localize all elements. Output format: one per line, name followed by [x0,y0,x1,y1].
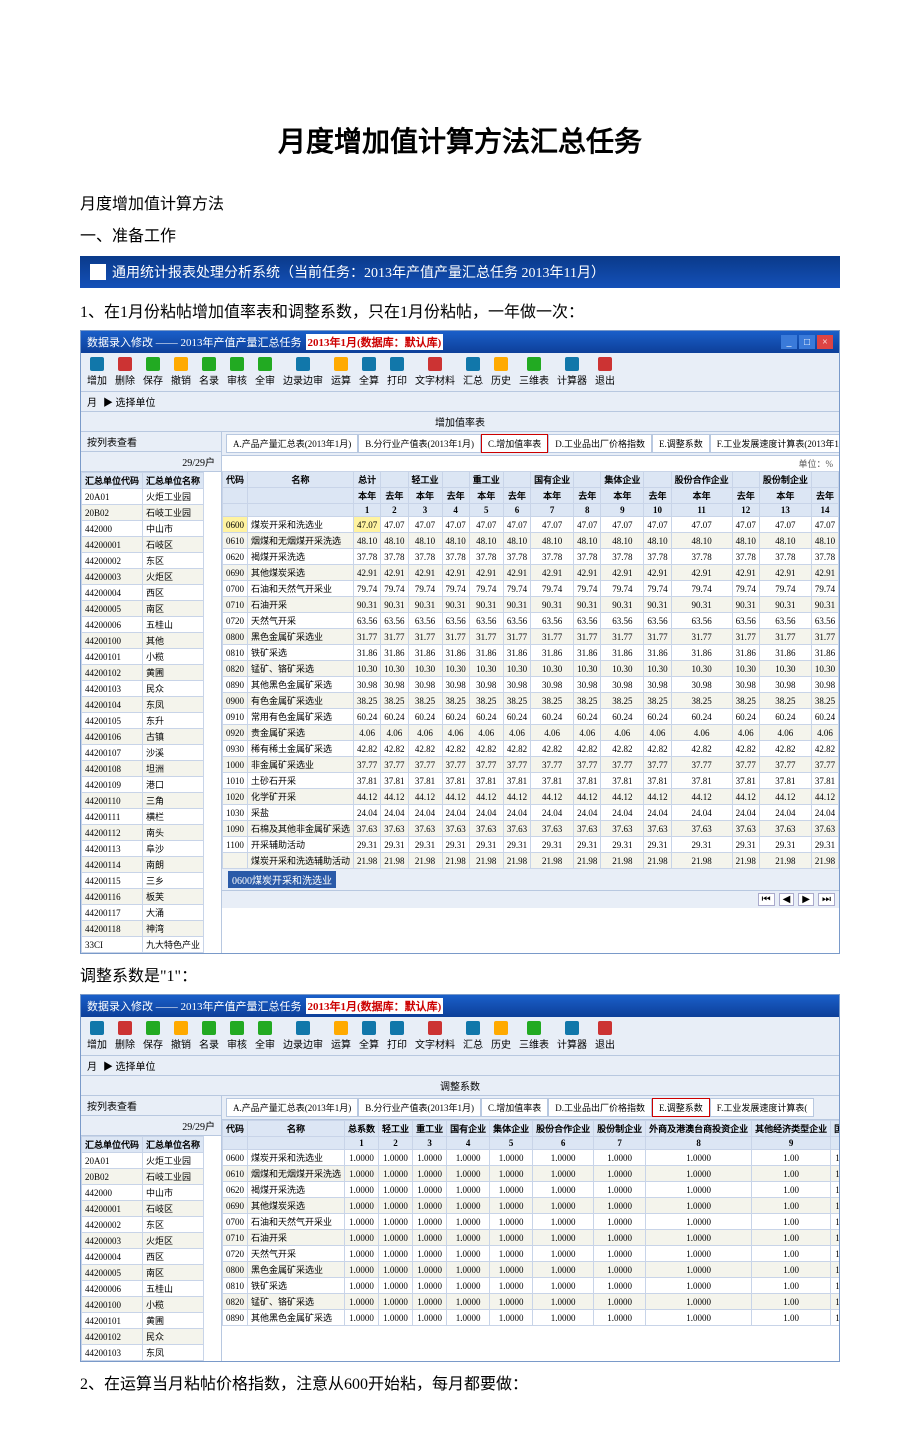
month-icon-2[interactable]: 月 [87,1058,97,1073]
close-button[interactable]: × [817,335,833,349]
toolbar-运算[interactable]: 运算 [331,357,351,387]
app-icon [90,264,106,280]
toolbar-保存[interactable]: 保存 [143,1021,163,1051]
toolbar-退出[interactable]: 退出 [595,357,615,387]
tab-4[interactable]: E.调整系数 [652,1098,710,1117]
select-unit-button-2[interactable]: ▶ 选择单位 [103,1058,156,1073]
toolbar-边录边审[interactable]: 边录边审 [283,357,323,387]
tab-5[interactable]: F.工业发展速度计算表( [710,1098,815,1117]
sheet-tabs-2[interactable]: A.产品产量汇总表(2013年1月)B.分行业产值表(2013年1月)C.增加值… [222,1096,839,1120]
unit-label: 单位：% [222,456,839,471]
toolbar-退出[interactable]: 退出 [595,1021,615,1051]
toolbar-审核[interactable]: 审核 [227,1021,247,1051]
toolbar-运算[interactable]: 运算 [331,1021,351,1051]
toolbar-文字材料[interactable]: 文字材料 [415,357,455,387]
subbar-2: 月 ▶ 选择单位 [81,1056,839,1076]
minimize-button[interactable]: _ [781,335,797,349]
tab-0[interactable]: A.产品产量汇总表(2013年1月) [226,434,358,453]
toolbar-全算[interactable]: 全算 [359,1021,379,1051]
tab-3[interactable]: D.工业品出厂价格指数 [548,1098,652,1117]
banner-text: 通用统计报表处理分析系统（当前任务：2013年产值产量汇总任务 2013年11月… [112,262,605,282]
toolbar-保存[interactable]: 保存 [143,357,163,387]
toolbar-撤销[interactable]: 撤销 [171,1021,191,1051]
screenshot-1: 数据录入修改 —— 2013年产值产量汇总任务 2013年1月(数据库：默认库)… [80,330,840,954]
sheet-tabs[interactable]: A.产品产量汇总表(2013年1月)B.分行业产值表(2013年1月)C.增加值… [222,432,839,456]
nav-last[interactable]: ⏭ [818,893,835,906]
record-count: 29/29户 [182,454,215,469]
toolbar-增加[interactable]: 增加 [87,1021,107,1051]
window-title-2: 数据录入修改 —— 2013年产值产量汇总任务 [87,998,302,1014]
toolbar-计算器[interactable]: 计算器 [557,1021,587,1051]
window-title: 数据录入修改 —— 2013年产值产量汇总任务 [87,334,302,350]
toolbar-全审[interactable]: 全审 [255,357,275,387]
toolbar-打印[interactable]: 打印 [387,1021,407,1051]
toolbar-汇总[interactable]: 汇总 [463,1021,483,1051]
toolbar-汇总[interactable]: 汇总 [463,357,483,387]
toolbar-名录[interactable]: 名录 [199,357,219,387]
tab-2[interactable]: C.增加值率表 [481,434,548,453]
toolbar-三维表[interactable]: 三维表 [519,1021,549,1051]
window-title-ds-2: 2013年1月(数据库：默认库) [306,998,444,1014]
system-banner: 通用统计报表处理分析系统（当前任务：2013年产值产量汇总任务 2013年11月… [80,256,840,288]
window-title-ds: 2013年1月(数据库：默认库) [306,334,444,350]
toolbar-三维表[interactable]: 三维表 [519,357,549,387]
toolbar-名录[interactable]: 名录 [199,1021,219,1051]
tab-4[interactable]: E.调整系数 [652,434,710,453]
list-mode: 按列表查看 [81,432,221,452]
toolbar-文字材料[interactable]: 文字材料 [415,1021,455,1051]
toolbar: 增加删除保存撤销名录审核全审边录边审运算全算打印文字材料汇总历史三维表计算器退出 [81,353,839,392]
nav-first[interactable]: ⏮ [758,893,775,906]
toolbar-全算[interactable]: 全算 [359,357,379,387]
toolbar-边录边审[interactable]: 边录边审 [283,1021,323,1051]
toolbar-增加[interactable]: 增加 [87,357,107,387]
grid-nav[interactable]: ⏮ ◀ ▶ ⏭ [222,891,839,908]
section-heading-1: 一、准备工作 [80,222,840,246]
data-grid-2[interactable]: 代码名称总系数轻工业重工业国有企业集体企业股份合作企业股份制企业外商及港澳台商投… [222,1120,839,1326]
toolbar-审核[interactable]: 审核 [227,357,247,387]
month-icon[interactable]: 月 [87,394,97,409]
step-1-note: 调整系数是"1"： [80,962,840,986]
toolbar-全审[interactable]: 全审 [255,1021,275,1051]
window-titlebar: 数据录入修改 —— 2013年产值产量汇总任务 2013年1月(数据库：默认库)… [81,331,839,353]
step-2-text: 2、在运算当月粘帖价格指数，注意从600开始粘，每月都要做： [80,1370,840,1394]
tab-3[interactable]: D.工业品出厂价格指数 [548,434,652,453]
toolbar-打印[interactable]: 打印 [387,357,407,387]
doc-title: 月度增加值计算方法汇总任务 [80,120,840,160]
toolbar-删除[interactable]: 删除 [115,1021,135,1051]
screenshot-2: 数据录入修改 —— 2013年产值产量汇总任务 2013年1月(数据库：默认库)… [80,994,840,1362]
toolbar-历史[interactable]: 历史 [491,1021,511,1051]
sheet-header-2: 调整系数 [81,1076,839,1096]
tab-2[interactable]: C.增加值率表 [481,1098,548,1117]
tab-5[interactable]: F.工业发展速度计算表(2013年1月) [710,434,839,453]
window-titlebar-2: 数据录入修改 —— 2013年产值产量汇总任务 2013年1月(数据库：默认库) [81,995,839,1017]
subbar: 月 ▶ 选择单位 [81,392,839,412]
step-1-text: 1、在1月份粘帖增加值率表和调整系数，只在1月份粘帖，一年做一次： [80,298,840,322]
toolbar-删除[interactable]: 删除 [115,357,135,387]
nav-next[interactable]: ▶ [798,893,814,906]
unit-list[interactable]: 汇总单位代码汇总单位名称20A01火炬工业园20B02石岐工业园442000中山… [81,472,204,953]
record-count-2: 29/29户 [182,1118,215,1133]
nav-prev[interactable]: ◀ [779,893,795,906]
sheet-header: 增加值率表 [81,412,839,432]
toolbar-计算器[interactable]: 计算器 [557,357,587,387]
unit-list-2[interactable]: 汇总单位代码汇总单位名称20A01火炬工业园20B02石岐工业园442000中山… [81,1136,204,1361]
maximize-button[interactable]: □ [799,335,815,349]
tab-0[interactable]: A.产品产量汇总表(2013年1月) [226,1098,358,1117]
selected-row-indicator: 0600煤炭开采和洗选业 [228,871,336,888]
doc-subtitle: 月度增加值计算方法 [80,190,840,214]
data-grid[interactable]: 代码名称总计轻工业重工业国有企业集体企业股份合作企业股份制企业外商及港澳台商投资… [222,471,839,869]
toolbar-2: 增加删除保存撤销名录审核全审边录边审运算全算打印文字材料汇总历史三维表计算器退出 [81,1017,839,1056]
tab-1[interactable]: B.分行业产值表(2013年1月) [358,434,481,453]
select-unit-button[interactable]: ▶ 选择单位 [103,394,156,409]
toolbar-撤销[interactable]: 撤销 [171,357,191,387]
tab-1[interactable]: B.分行业产值表(2013年1月) [358,1098,481,1117]
toolbar-历史[interactable]: 历史 [491,357,511,387]
list-mode-2: 按列表查看 [81,1096,221,1116]
